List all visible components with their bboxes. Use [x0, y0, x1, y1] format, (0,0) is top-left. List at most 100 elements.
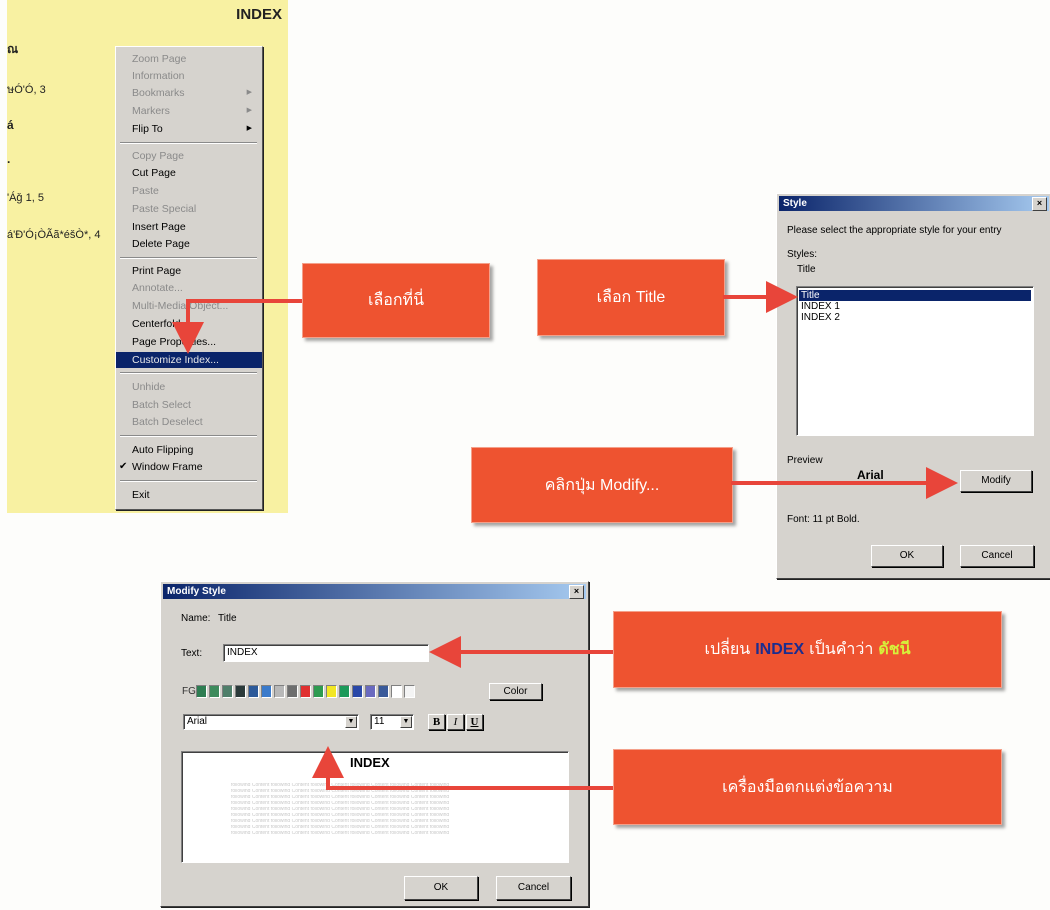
index-entry: ·	[7, 155, 11, 169]
menu-item-information[interactable]: Information	[116, 68, 262, 84]
chevron-down-icon[interactable]: ▼	[400, 716, 412, 728]
menu-item-exit[interactable]: Exit	[116, 487, 262, 503]
menu-item-customize-index[interactable]: Customize Index...	[116, 352, 262, 368]
menu-item-annotate[interactable]: Annotate...	[116, 280, 262, 296]
menu-item-auto-flipping[interactable]: Auto Flipping	[116, 442, 262, 458]
color-swatch[interactable]	[365, 685, 376, 698]
styles-listbox[interactable]: Title INDEX 1 INDEX 2	[796, 286, 1034, 436]
menu-separator	[120, 480, 257, 482]
menu-item-insert-page[interactable]: Insert Page	[116, 219, 262, 235]
color-swatch[interactable]	[248, 685, 259, 698]
modify-dialog-titlebar: Modify Style ×	[163, 584, 586, 599]
submenu-arrow-icon: ▶	[246, 125, 252, 132]
size-select[interactable]: 11 ▼	[370, 714, 414, 730]
color-swatch[interactable]	[404, 685, 415, 698]
menu-item-copy-page[interactable]: Copy Page	[116, 148, 262, 164]
name-label: Name:	[181, 613, 211, 624]
chevron-down-icon[interactable]: ▼	[345, 716, 357, 728]
preview-label: Preview	[787, 455, 823, 466]
ok-button[interactable]: OK	[404, 876, 478, 900]
current-style-name: Title	[797, 264, 816, 275]
color-swatch[interactable]	[339, 685, 350, 698]
underline-button[interactable]: U	[466, 714, 483, 730]
callout-select-title: เลือก Title	[537, 259, 725, 336]
menu-item-unhide[interactable]: Unhide	[116, 379, 262, 395]
checkmark-icon: ✔	[119, 461, 128, 472]
preview-text-line: following Content following Content foll…	[231, 813, 450, 816]
preview-text-line: following Content following Content foll…	[231, 831, 450, 834]
color-swatch[interactable]	[378, 685, 389, 698]
menu-item-paste-special[interactable]: Paste Special	[116, 201, 262, 217]
preview-text-line: following Content following Content foll…	[231, 789, 450, 792]
style-dialog-titlebar: Style ×	[779, 196, 1049, 211]
menu-item-page-properties[interactable]: Page Properties...	[116, 334, 262, 350]
menu-item-delete-page[interactable]: Delete Page	[116, 236, 262, 252]
menu-item-print-page[interactable]: Print Page	[116, 263, 262, 279]
index-entry: á'Ð'Ó¡ÒÃã*éšÒ*, 4	[7, 229, 101, 241]
size-select-value: 11	[374, 716, 385, 727]
font-select[interactable]: Arial ▼	[183, 714, 359, 730]
menu-item-flip-to[interactable]: Flip To ▶	[116, 121, 262, 137]
callout-click-modify: คลิกปุ่ม Modify...	[471, 447, 733, 523]
cancel-button[interactable]: Cancel	[960, 545, 1034, 567]
menu-item-markers[interactable]: Markers ▶	[116, 103, 262, 119]
preview-text-line: following Content following Content foll…	[231, 819, 450, 822]
preview-text-line: following Content following Content foll…	[231, 825, 450, 828]
color-swatch[interactable]	[261, 685, 272, 698]
bold-button[interactable]: B	[428, 714, 445, 730]
font-select-value: Arial	[187, 716, 208, 727]
ok-button[interactable]: OK	[871, 545, 943, 567]
font-info-text: Font: 11 pt Bold.	[787, 514, 860, 525]
menu-item-batch-select[interactable]: Batch Select	[116, 397, 262, 413]
styles-label: Styles:	[787, 249, 818, 260]
close-icon[interactable]: ×	[569, 585, 584, 599]
menu-item-zoom-page[interactable]: Zoom Page	[116, 51, 262, 67]
preview-text-line: following Content following Content foll…	[231, 783, 450, 786]
index-entry: ษÓ'Ó, 3	[7, 84, 46, 96]
modify-button[interactable]: Modify	[960, 470, 1032, 492]
list-item[interactable]: INDEX 2	[799, 312, 1031, 323]
menu-item-cut-page[interactable]: Cut Page	[116, 165, 262, 181]
cancel-button[interactable]: Cancel	[496, 876, 571, 900]
color-swatch[interactable]	[352, 685, 363, 698]
menu-item-window-frame[interactable]: ✔ Window Frame	[116, 459, 262, 475]
color-swatch[interactable]	[222, 685, 233, 698]
style-dialog: Style × Please select the appropriate st…	[776, 193, 1050, 579]
index-entry: á	[7, 118, 14, 132]
menu-item-centerfold[interactable]: Centerfold	[116, 316, 262, 332]
index-page-title: INDEX	[236, 6, 282, 23]
color-swatch[interactable]	[196, 685, 207, 698]
list-item[interactable]: INDEX 1	[799, 301, 1031, 312]
style-instruction: Please select the appropriate style for …	[787, 225, 1002, 236]
color-swatch[interactable]	[287, 685, 298, 698]
menu-separator	[120, 372, 257, 374]
close-icon[interactable]: ×	[1032, 197, 1047, 211]
color-button[interactable]: Color	[489, 683, 542, 700]
menu-item-bookmarks[interactable]: Bookmarks ▶	[116, 85, 262, 101]
menu-separator	[120, 435, 257, 437]
preview-font-sample: Arial	[857, 468, 884, 482]
color-swatch[interactable]	[274, 685, 285, 698]
color-swatch[interactable]	[313, 685, 324, 698]
context-menu: Zoom Page Information Bookmarks ▶ Markers…	[115, 46, 263, 510]
list-item[interactable]: Title	[799, 290, 1031, 301]
preview-title: INDEX	[350, 755, 390, 770]
italic-button[interactable]: I	[447, 714, 464, 730]
menu-item-paste[interactable]: Paste	[116, 183, 262, 199]
color-swatch[interactable]	[209, 685, 220, 698]
menu-item-multimedia-object[interactable]: Multi-Media Object...	[116, 298, 262, 314]
color-swatch[interactable]	[235, 685, 246, 698]
submenu-arrow-icon: ▶	[246, 107, 252, 114]
style-dialog-title: Style	[783, 198, 807, 209]
menu-item-batch-deselect[interactable]: Batch Deselect	[116, 414, 262, 430]
color-swatch[interactable]	[300, 685, 311, 698]
modify-dialog-title: Modify Style	[167, 586, 226, 597]
callout-select-here: เลือกที่นี่	[302, 263, 490, 338]
color-swatch[interactable]	[326, 685, 337, 698]
name-value: Title	[218, 613, 237, 624]
menu-separator	[120, 142, 257, 144]
preview-text-line: following Content following Content foll…	[231, 801, 450, 804]
text-input[interactable]: INDEX	[223, 644, 429, 662]
index-entry: ณ	[7, 42, 19, 56]
color-swatch[interactable]	[391, 685, 402, 698]
